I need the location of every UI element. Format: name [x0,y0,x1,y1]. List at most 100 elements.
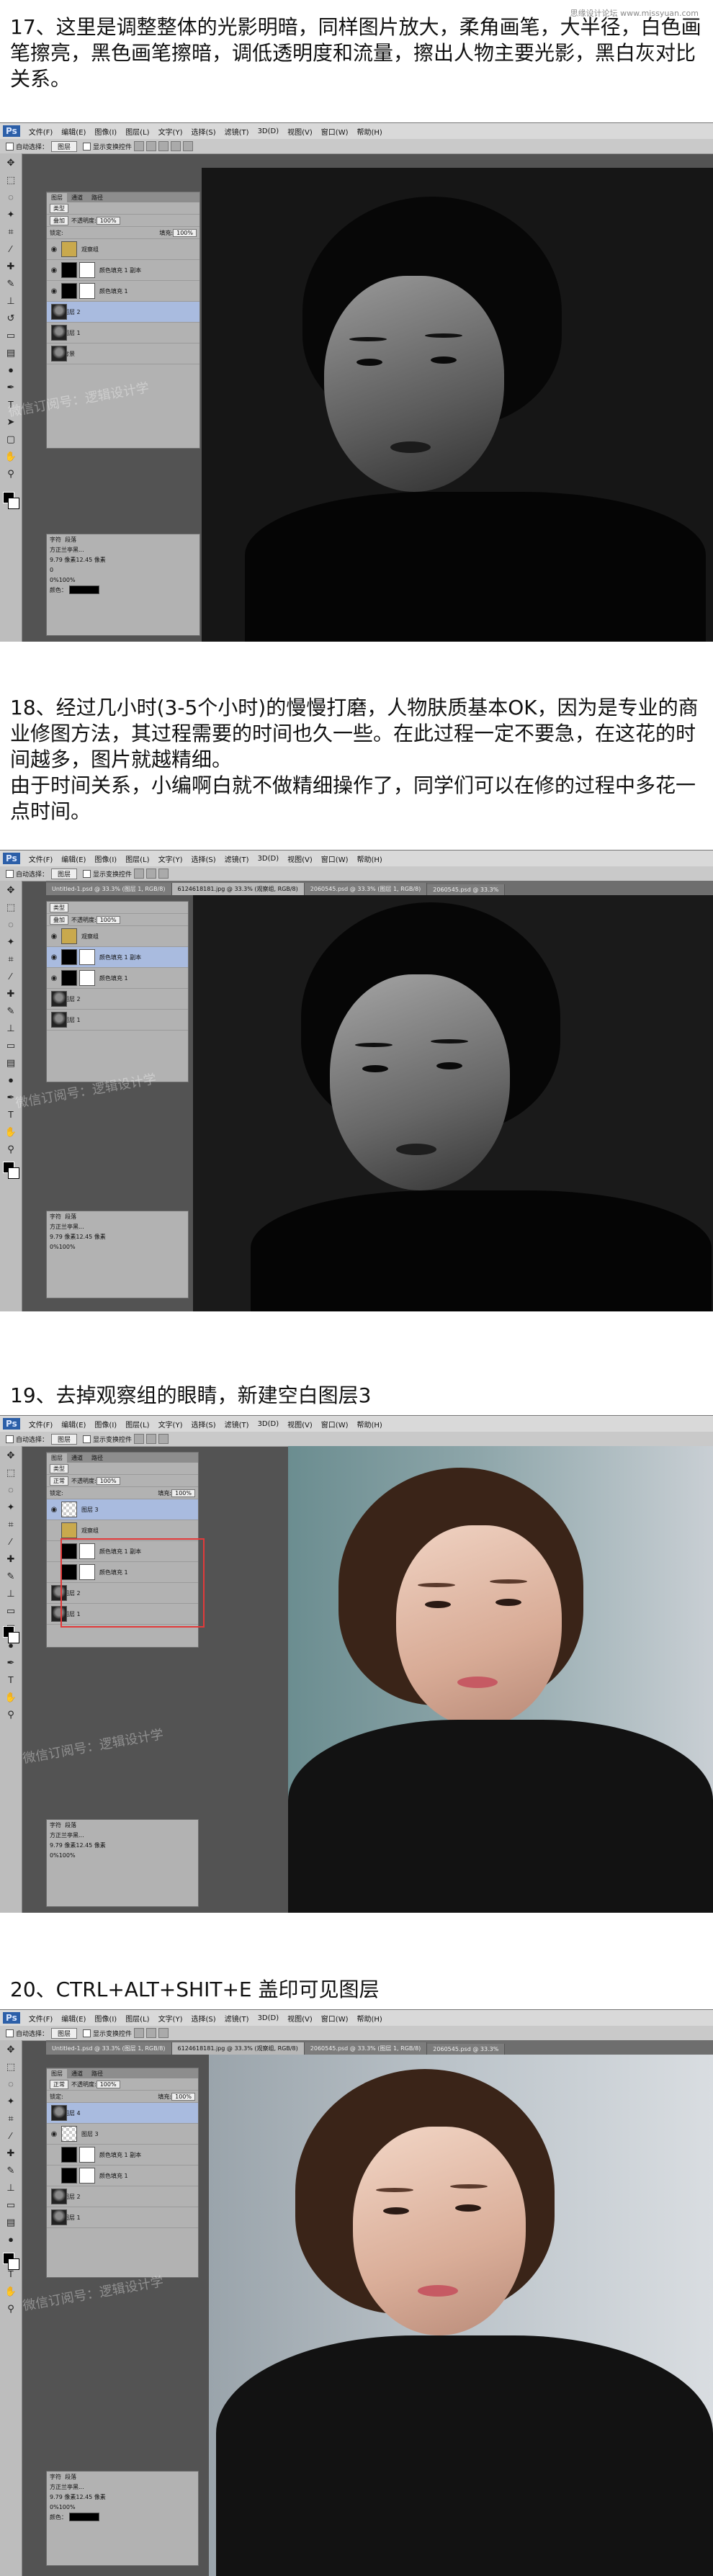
background-color-swatch[interactable] [8,2258,19,2270]
tab-paths[interactable]: 路径 [87,1453,107,1463]
document-tab[interactable]: 6124618181.jpg @ 33.3% (观察组, RGB/8) [171,2042,305,2055]
leading-input[interactable]: 12.45 像素 [76,1841,105,1849]
menu-item-file[interactable]: 文件(F) [24,1419,58,1430]
visibility-eye-icon[interactable]: ◉ [49,287,59,295]
hand-tool-icon[interactable]: ✋ [4,2284,18,2299]
leading-input[interactable]: 12.45 像素 [76,2493,105,2501]
visibility-eye-icon[interactable]: ◉ [49,953,59,961]
heal-tool-icon[interactable]: ✚ [4,2145,18,2161]
menu-item-image[interactable]: 图像(I) [90,853,121,864]
zoom-tool-icon[interactable]: ⚲ [4,466,18,482]
tab-layers[interactable]: 图层 [47,1453,67,1463]
font-family-dropdown[interactable]: 方正兰亭黑... [50,1831,84,1839]
brush-tool-icon[interactable]: ✎ [4,1569,18,1584]
hand-tool-icon[interactable]: ✋ [4,1689,18,1705]
wand-tool-icon[interactable]: ✦ [4,207,18,223]
layer-row-layer2[interactable]: ◉ 图层 2 [47,302,199,323]
distribute-icon[interactable] [158,869,169,879]
visibility-eye-icon[interactable]: ◉ [49,2130,59,2138]
menu-item-image[interactable]: 图像(I) [90,2013,121,2024]
font-size-input[interactable]: 9.79 像素 [50,1233,76,1241]
document-tab[interactable]: Untitled-1.psd @ 33.3% (图层 1, RGB/8) [46,883,172,895]
menu-item-filter[interactable]: 滤镜(T) [220,2013,254,2024]
menu-item-layer[interactable]: 图层(L) [121,1419,153,1430]
align-icon[interactable] [146,1434,157,1444]
brush-tool-icon[interactable]: ✎ [4,2163,18,2178]
horizontal-scale-input[interactable]: 100% [59,2504,76,2510]
kind-filter-dropdown[interactable]: 类型 [50,203,68,213]
fill-input[interactable]: 100% [171,2092,195,2101]
eyedropper-tool-icon[interactable]: ⁄ [4,969,18,984]
wand-tool-icon[interactable]: ✦ [4,2093,18,2109]
menu-item-help[interactable]: 帮助(H) [353,1419,387,1430]
document-tab[interactable]: 2060545.psd @ 33.3% (图层 1, RGB/8) [304,2042,428,2055]
text-color-swatch[interactable] [69,2513,99,2521]
show-transform-checkbox[interactable] [83,2029,91,2037]
font-family-dropdown[interactable]: 方正兰亭黑... [50,546,84,554]
distribute-icon[interactable] [158,1434,169,1444]
eraser-tool-icon[interactable]: ▭ [4,2197,18,2213]
tab-character[interactable]: 字符 [50,1213,61,1221]
menu-item-filter[interactable]: 滤镜(T) [220,1419,254,1430]
stamp-tool-icon[interactable]: ⊥ [4,293,18,309]
menu-item-3d[interactable]: 3D(D) [254,127,284,135]
menu-item-view[interactable]: 视图(V) [283,126,317,137]
layer-row-hue-copy[interactable]: 颜色填充 1 副本 [47,2145,198,2166]
tab-character[interactable]: 字符 [50,2473,61,2481]
menu-item-file[interactable]: 文件(F) [24,126,58,137]
align-icon[interactable] [134,141,145,151]
crop-tool-icon[interactable]: ⌗ [4,951,18,967]
eyedropper-tool-icon[interactable]: ⁄ [4,241,18,257]
align-icon[interactable] [134,2028,145,2038]
tab-paths[interactable]: 路径 [87,193,107,202]
menu-item-edit[interactable]: 编辑(E) [57,2013,90,2024]
menu-item-edit[interactable]: 编辑(E) [57,126,90,137]
lasso-tool-icon[interactable]: ◌ [4,2076,18,2092]
visibility-eye-icon[interactable]: ◉ [49,974,59,982]
tab-channels[interactable]: 通道 [67,2069,87,2078]
text-color-swatch[interactable] [69,585,99,594]
kind-filter-dropdown[interactable]: 类型 [50,1463,68,1473]
font-family-dropdown[interactable]: 方正兰亭黑... [50,2483,84,2491]
hand-tool-icon[interactable]: ✋ [4,449,18,465]
align-icon[interactable] [146,869,157,879]
menu-item-edit[interactable]: 编辑(E) [57,853,90,864]
layer-row-layer1[interactable]: ◉ 图层 1 [47,1010,188,1031]
tab-channels[interactable]: 通道 [67,193,87,202]
show-transform-checkbox[interactable] [83,1435,91,1443]
layer-row-group[interactable]: ◉ 观察组 [47,926,188,947]
tab-channels[interactable]: 通道 [67,1453,87,1463]
font-size-input[interactable]: 9.79 像素 [50,2493,76,2501]
lasso-tool-icon[interactable]: ◌ [4,917,18,933]
dodge-tool-icon[interactable]: ● [4,2232,18,2248]
menu-item-type[interactable]: 文字(Y) [154,2013,187,2024]
layer-row-layer1[interactable]: ◉ 图层 1 [47,2207,198,2228]
menu-item-layer[interactable]: 图层(L) [121,853,153,864]
horizontal-scale-input[interactable]: 100% [59,1852,76,1859]
blend-mode-dropdown[interactable]: 叠加 [50,915,68,925]
document-tab[interactable]: Untitled-1.psd @ 33.3% (图层 1, RGB/8) [46,2042,172,2055]
menu-item-image[interactable]: 图像(I) [90,126,121,137]
layer-row-hue[interactable]: ◉ 颜色填充 1 [47,281,199,302]
menu-item-help[interactable]: 帮助(H) [353,853,387,864]
opacity-input[interactable]: 100% [96,915,120,924]
background-color-swatch[interactable] [8,498,19,509]
lasso-tool-icon[interactable]: ◌ [4,189,18,205]
vertical-scale-input[interactable]: 0% [50,2504,59,2510]
align-icon[interactable] [146,141,157,151]
auto-select-dropdown[interactable]: 图层 [51,2027,78,2039]
tab-character[interactable]: 字符 [50,1821,61,1829]
menu-item-image[interactable]: 图像(I) [90,1419,121,1430]
layer-row-hue-copy[interactable]: ◉ 颜色填充 1 副本 [47,260,199,281]
menu-item-select[interactable]: 选择(S) [187,2013,220,2024]
auto-select-checkbox[interactable] [6,2029,14,2037]
vertical-scale-input[interactable]: 0% [50,1852,59,1859]
menu-item-filter[interactable]: 滤镜(T) [220,126,254,137]
menu-item-layer[interactable]: 图层(L) [121,2013,153,2024]
align-icon[interactable] [158,141,169,151]
layer-row-group[interactable]: ◉ 观察组 [47,239,199,260]
show-transform-checkbox[interactable] [83,142,91,151]
visibility-eye-icon[interactable]: ◉ [49,246,59,253]
brush-tool-icon[interactable]: ✎ [4,1003,18,1019]
menu-item-window[interactable]: 窗口(W) [317,1419,353,1430]
